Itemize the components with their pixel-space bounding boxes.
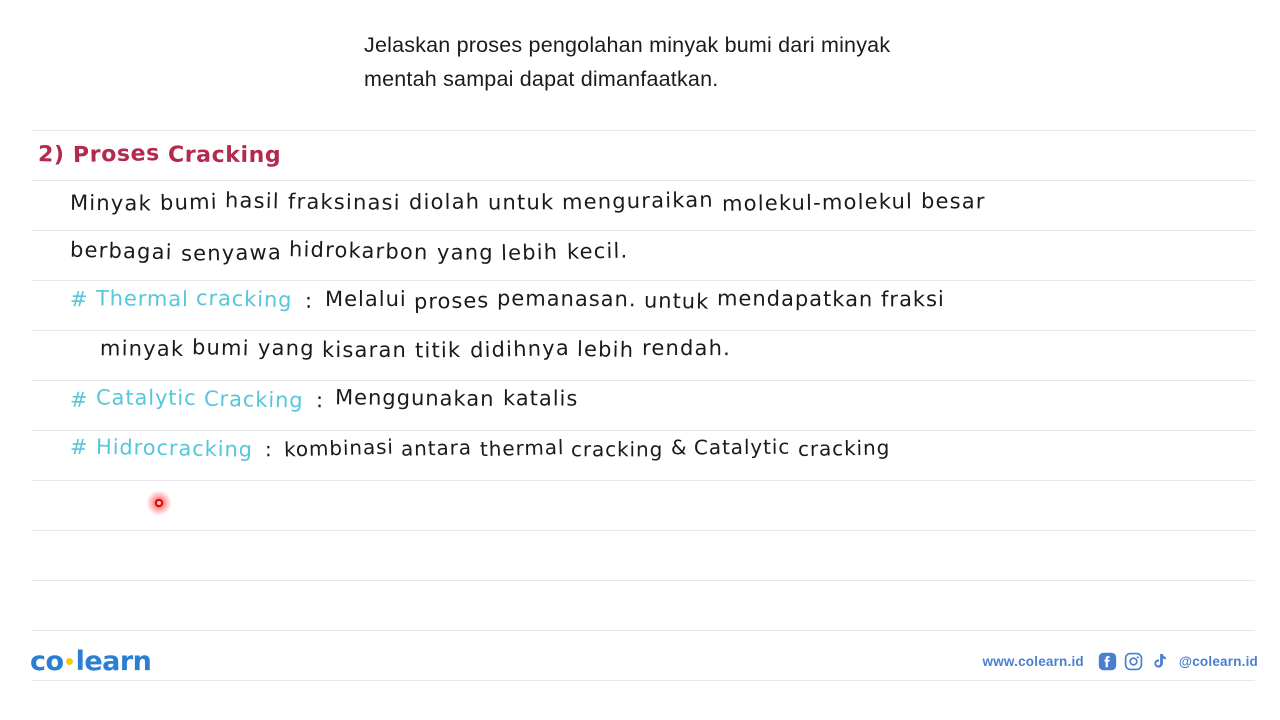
term-catalytic-cracking: # Catalytic Cracking [69,385,305,413]
handwritten-answer: 2) Proses Cracking Minyak bumi hasil fra… [0,0,1280,720]
separator-colon: : [315,388,324,413]
logo-dot-icon [65,658,73,665]
answer-line-4: minyak bumi yang kisaran titik didihnya … [99,335,732,363]
separator-colon: : [304,288,313,313]
answer-line-2: berbagai senyawa hidrokarbon yang lebih … [69,237,629,266]
page-footer: co learn www.colearn.id @colearn.id [0,638,1280,720]
answer-heading: 2) Proses Cracking [37,140,282,169]
logo-text-co: co [30,646,64,677]
social-links: @colearn.id [1098,652,1258,671]
answer-line-5-text: Menggunakan katalis [335,385,579,411]
instagram-icon[interactable] [1124,652,1143,671]
term-hidrocracking: # Hidrocracking [69,434,254,462]
separator-colon: : [264,437,273,462]
footer-links: www.colearn.id @colearn.id [983,652,1258,671]
answer-line-1: Minyak bumi hasil fraksinasi diolah untu… [69,187,986,216]
logo-text-learn: learn [75,646,152,677]
answer-line-6-row: # Hidrocracking : kombinasi antara therm… [69,434,891,462]
answer-line-5-row: # Catalytic Cracking : Menggunakan katal… [69,385,579,413]
facebook-icon[interactable] [1098,652,1117,671]
tiktok-icon[interactable] [1150,652,1169,671]
answer-line-3-text: Melalui proses pemanasan. untuk mendapat… [324,286,945,314]
social-handle[interactable]: @colearn.id [1179,654,1258,669]
term-thermal-cracking: # Thermal cracking [69,285,294,313]
laser-pointer-dot [147,491,171,515]
answer-line-6-text: kombinasi antara thermal cracking & Cata… [283,434,891,462]
answer-line-3-row: # Thermal cracking : Melalui proses pema… [69,285,945,314]
website-url[interactable]: www.colearn.id [983,654,1084,669]
colearn-logo: co learn [30,646,152,677]
